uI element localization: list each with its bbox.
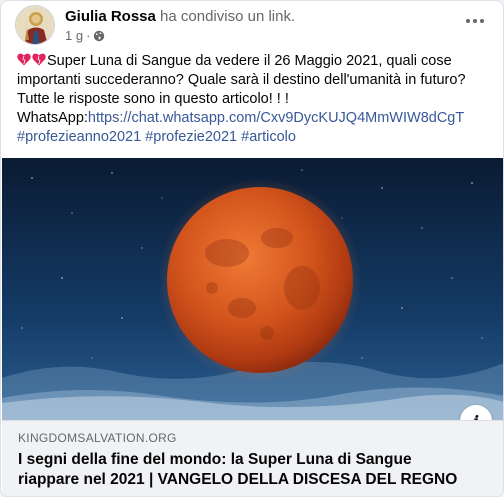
hashtag-link[interactable]: #profezieanno2021 xyxy=(17,129,141,145)
message-line-1: Super Luna di Sangue da vedere il 26 Mag… xyxy=(17,52,493,71)
message-line-4: WhatsApp:https://chat.whatsapp.com/Cxv9D… xyxy=(17,109,493,128)
avatar[interactable] xyxy=(15,5,55,45)
link-title: I segni della fine del mondo: la Super L… xyxy=(18,450,488,490)
globe-icon xyxy=(94,30,105,41)
shared-action-text: ha condiviso un link. xyxy=(160,8,296,25)
post-message: Super Luna di Sangue da vedere il 26 Mag… xyxy=(17,52,493,147)
message-line-2: importanti succederanno? Quale sarà il d… xyxy=(17,72,466,88)
whatsapp-link[interactable]: https://chat.whatsapp.com/Cxv9DycKUJQ4Mm… xyxy=(88,110,464,126)
post-header: Giulia Rossa ha condiviso un link. 1 g · xyxy=(15,5,493,45)
post-attribution: Giulia Rossa ha condiviso un link. xyxy=(65,8,295,25)
hashtag-link[interactable]: #profezie2021 xyxy=(145,129,237,145)
post-timestamp[interactable]: 1 g xyxy=(65,28,83,43)
author-name[interactable]: Giulia Rossa xyxy=(65,8,156,25)
heart-emoji-icon xyxy=(17,53,31,66)
post-meta: 1 g · xyxy=(65,28,105,43)
blood-moon-image xyxy=(2,158,503,420)
heart-emoji-icon xyxy=(32,53,46,66)
more-options-icon[interactable] xyxy=(461,11,489,31)
link-preview-image[interactable]: i xyxy=(2,158,503,420)
meta-separator: · xyxy=(86,28,91,43)
link-title-line-1: I segni della fine del mondo: la Super L… xyxy=(18,451,412,468)
religious-portrait-avatar xyxy=(16,6,54,44)
message-line-3: Tutte le risposte sono in questo articol… xyxy=(17,91,289,107)
post-card: Giulia Rossa ha condiviso un link. 1 g ·… xyxy=(0,0,504,497)
link-preview-footer[interactable]: KINGDOMSALVATION.ORG I segni della fine … xyxy=(2,420,503,496)
link-title-line-2: riappare nel 2021 | VANGELO DELLA DISCES… xyxy=(18,471,458,488)
hashtag-line: #profezieanno2021 #profezie2021 #articol… xyxy=(17,128,493,147)
message-text-1: Super Luna di Sangue da vedere il 26 Mag… xyxy=(47,53,452,69)
hashtag-link[interactable]: #articolo xyxy=(241,129,296,145)
link-domain: KINGDOMSALVATION.ORG xyxy=(18,431,177,445)
whatsapp-label: WhatsApp: xyxy=(17,110,88,126)
